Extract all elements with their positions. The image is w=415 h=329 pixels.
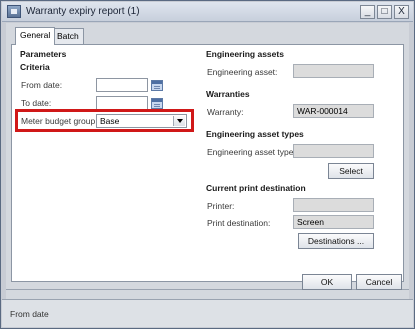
tab-general[interactable]: General xyxy=(15,27,56,45)
chevron-down-icon[interactable] xyxy=(173,116,185,126)
status-text: From date xyxy=(10,309,49,319)
printer-label: Printer: xyxy=(207,201,235,211)
meter-budget-group-label: Meter budget group: xyxy=(21,116,98,126)
meter-budget-group-select[interactable]: Base xyxy=(96,114,187,128)
engineering-assets-heading: Engineering assets xyxy=(206,49,284,59)
asset-types-heading: Engineering asset types xyxy=(206,129,304,139)
maximize-button[interactable]: □ xyxy=(377,5,392,19)
close-button[interactable]: X xyxy=(394,5,409,19)
printer-field[interactable] xyxy=(293,198,374,212)
parameters-heading: Parameters xyxy=(20,49,67,59)
to-date-field[interactable] xyxy=(96,96,148,110)
meter-budget-group-value: Base xyxy=(100,116,120,126)
warranty-field[interactable]: WAR-000014 xyxy=(293,104,374,118)
warranty-label: Warranty: xyxy=(207,107,244,117)
from-date-field[interactable] xyxy=(96,78,148,92)
tab-general-label: General xyxy=(20,30,51,40)
general-tab-panel: Parameters Criteria From date: To date: … xyxy=(11,44,404,282)
dialog-client: General Batch Parameters Criteria From d… xyxy=(6,23,409,325)
print-destination-heading: Current print destination xyxy=(206,183,306,193)
to-date-calendar-icon[interactable] xyxy=(151,98,163,109)
minimize-button[interactable]: _ xyxy=(360,5,375,19)
app-icon xyxy=(7,5,21,18)
asset-type-label: Engineering asset type: xyxy=(207,147,296,157)
asset-type-field[interactable] xyxy=(293,144,374,158)
engineering-asset-field[interactable] xyxy=(293,64,374,78)
print-destination-field[interactable]: Screen xyxy=(293,215,374,229)
engineering-asset-label: Engineering asset: xyxy=(207,67,278,77)
select-button[interactable]: Select xyxy=(328,163,374,179)
destinations-button[interactable]: Destinations ... xyxy=(298,233,374,249)
window-title: Warranty expiry report (1) xyxy=(26,6,140,17)
dialog-window: Warranty expiry report (1) _ □ X General… xyxy=(0,0,415,329)
status-bar: From date xyxy=(2,299,413,327)
tab-batch-label: Batch xyxy=(57,31,79,41)
criteria-heading: Criteria xyxy=(20,62,50,72)
from-date-calendar-icon[interactable] xyxy=(151,80,163,91)
to-date-label: To date: xyxy=(21,98,52,108)
tab-batch[interactable]: Batch xyxy=(52,28,84,44)
ok-button[interactable]: OK xyxy=(302,274,352,290)
cancel-button[interactable]: Cancel xyxy=(356,274,402,290)
warranties-heading: Warranties xyxy=(206,89,250,99)
title-bar[interactable]: Warranty expiry report (1) _ □ X xyxy=(2,2,413,22)
print-destination-label: Print destination: xyxy=(207,218,271,228)
from-date-label: From date: xyxy=(21,80,63,90)
